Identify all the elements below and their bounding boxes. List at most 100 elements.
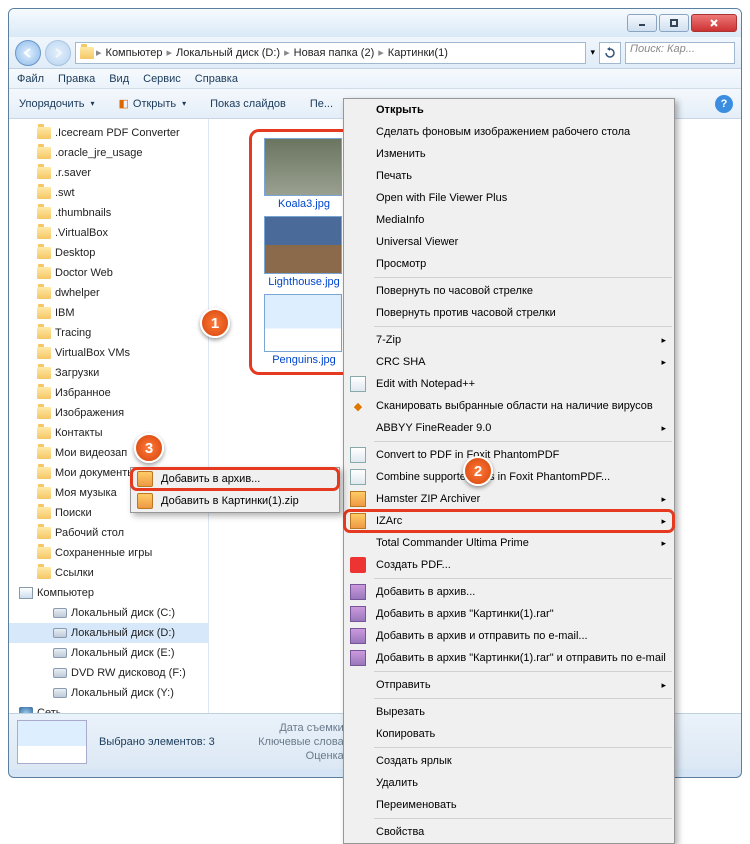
ctx-crcsha[interactable]: CRC SHA bbox=[344, 351, 674, 373]
menu-edit[interactable]: Правка bbox=[58, 73, 95, 85]
file-thumbnail[interactable]: Koala3.jpg bbox=[264, 138, 344, 210]
ctx-notepad[interactable]: Edit with Notepad++ bbox=[344, 373, 674, 395]
ctx-print[interactable]: Печать bbox=[344, 165, 674, 187]
ctx-addrarmail[interactable]: Добавить в архив "Картинки(1).rar" и отп… bbox=[344, 647, 674, 669]
ctx-cut[interactable]: Вырезать bbox=[344, 701, 674, 723]
organize-button[interactable]: Упорядочить bbox=[15, 96, 98, 112]
tree-computer[interactable]: Компьютер bbox=[9, 583, 208, 603]
tree-folder[interactable]: Рабочий стол bbox=[9, 523, 208, 543]
tree-folder[interactable]: VirtualBox VMs bbox=[9, 343, 208, 363]
ctx-createpdf[interactable]: Создать PDF... bbox=[344, 554, 674, 576]
ctx-openwith[interactable]: Open with File Viewer Plus bbox=[344, 187, 674, 209]
sub-add-archive[interactable]: Добавить в архив... bbox=[131, 468, 339, 490]
tree-folder[interactable]: Сохраненные игры bbox=[9, 543, 208, 563]
tree-drive[interactable]: Локальный диск (C:) bbox=[9, 603, 208, 623]
tree-folder[interactable]: .oracle_jre_usage bbox=[9, 143, 208, 163]
help-button[interactable]: ? bbox=[715, 95, 733, 113]
tree-folder[interactable]: .Icecream PDF Converter bbox=[9, 123, 208, 143]
izarc-icon bbox=[350, 513, 366, 529]
menu-view[interactable]: Вид bbox=[109, 73, 129, 85]
tree-folder[interactable]: .r.saver bbox=[9, 163, 208, 183]
sub-add-zip[interactable]: Добавить в Картинки(1).zip bbox=[131, 490, 339, 512]
ctx-wallpaper[interactable]: Сделать фоновым изображением рабочего ст… bbox=[344, 121, 674, 143]
tree-folder[interactable]: dwhelper bbox=[9, 283, 208, 303]
tree-folder[interactable]: .VirtualBox bbox=[9, 223, 208, 243]
tree-drive[interactable]: Локальный диск (Y:) bbox=[9, 683, 208, 703]
rar-icon bbox=[350, 650, 366, 666]
ctx-props[interactable]: Свойства bbox=[344, 821, 674, 843]
ctx-addrar[interactable]: Добавить в архив "Картинки(1).rar" bbox=[344, 603, 674, 625]
izarc-submenu: Добавить в архив... Добавить в Картинки(… bbox=[130, 467, 340, 513]
tree-folder[interactable]: Контакты bbox=[9, 423, 208, 443]
thumbnail-label: Lighthouse.jpg bbox=[264, 276, 344, 288]
folder-tree[interactable]: .Icecream PDF Converter.oracle_jre_usage… bbox=[9, 119, 209, 713]
tree-folder[interactable]: .swt bbox=[9, 183, 208, 203]
maximize-button[interactable] bbox=[659, 14, 689, 32]
ctx-shortcut[interactable]: Создать ярлык bbox=[344, 750, 674, 772]
tree-drive[interactable]: DVD RW дисковод (F:) bbox=[9, 663, 208, 683]
tree-folder[interactable]: Избранное bbox=[9, 383, 208, 403]
ctx-totalcmd[interactable]: Total Commander Ultima Prime bbox=[344, 532, 674, 554]
ctx-sendto[interactable]: Отправить bbox=[344, 674, 674, 696]
status-thumb bbox=[17, 720, 87, 764]
ctx-uv[interactable]: Universal Viewer bbox=[344, 231, 674, 253]
selection-count: Выбрано элементов: 3 bbox=[99, 736, 215, 748]
close-button[interactable] bbox=[691, 14, 737, 32]
ctx-mediainfo[interactable]: MediaInfo bbox=[344, 209, 674, 231]
file-thumbnail[interactable]: Penguins.jpg bbox=[264, 294, 344, 366]
ctx-abbyy[interactable]: ABBYY FineReader 9.0 bbox=[344, 417, 674, 439]
ctx-delete[interactable]: Удалить bbox=[344, 772, 674, 794]
tree-drive[interactable]: Локальный диск (D:) bbox=[9, 623, 208, 643]
ctx-rotccw[interactable]: Повернуть против часовой стрелки bbox=[344, 302, 674, 324]
bc-item[interactable]: Картинки(1) bbox=[386, 47, 450, 59]
tree-folder[interactable]: Doctor Web bbox=[9, 263, 208, 283]
folder-icon bbox=[37, 507, 51, 519]
shield-icon: ◆ bbox=[350, 398, 366, 414]
bc-item[interactable]: Локальный диск (D:) bbox=[174, 47, 282, 59]
ctx-rename[interactable]: Переименовать bbox=[344, 794, 674, 816]
slideshow-button[interactable]: Показ слайдов bbox=[206, 96, 290, 112]
breadcrumb[interactable]: ▸ Компьютер▸ Локальный диск (D:)▸ Новая … bbox=[75, 42, 586, 64]
refresh-button[interactable] bbox=[599, 42, 621, 64]
ctx-view[interactable]: Просмотр bbox=[344, 253, 674, 275]
folder-icon bbox=[37, 207, 51, 219]
tree-folder[interactable]: Мои видеозап bbox=[9, 443, 208, 463]
menu-file[interactable]: Файл bbox=[17, 73, 44, 85]
tree-folder[interactable]: IBM bbox=[9, 303, 208, 323]
forward-button[interactable] bbox=[45, 40, 71, 66]
menu-bar: Файл Правка Вид Сервис Справка bbox=[9, 69, 741, 89]
annotation-marker-1: 1 bbox=[200, 308, 230, 338]
ctx-7zip[interactable]: 7-Zip bbox=[344, 329, 674, 351]
ctx-addarc[interactable]: Добавить в архив... bbox=[344, 581, 674, 603]
tree-folder[interactable]: Загрузки bbox=[9, 363, 208, 383]
file-thumbnail[interactable]: Lighthouse.jpg bbox=[264, 216, 344, 288]
ctx-foxit2[interactable]: Combine supported files in Foxit Phantom… bbox=[344, 466, 674, 488]
ctx-foxit1[interactable]: Convert to PDF in Foxit PhantomPDF bbox=[344, 444, 674, 466]
ctx-rotcw[interactable]: Повернуть по часовой стрелке bbox=[344, 280, 674, 302]
bc-item[interactable]: Компьютер bbox=[104, 47, 165, 59]
tree-folder[interactable]: Ссылки bbox=[9, 563, 208, 583]
print-button[interactable]: Пе... bbox=[306, 96, 337, 112]
tree-drive[interactable]: Локальный диск (E:) bbox=[9, 643, 208, 663]
ctx-izarc[interactable]: IZArc bbox=[344, 510, 674, 532]
ctx-scan[interactable]: ◆Сканировать выбранные области на наличи… bbox=[344, 395, 674, 417]
tree-folder[interactable]: Изображения bbox=[9, 403, 208, 423]
search-input[interactable]: Поиск: Кар... bbox=[625, 42, 735, 64]
menu-help[interactable]: Справка bbox=[195, 73, 238, 85]
tree-folder[interactable]: Desktop bbox=[9, 243, 208, 263]
back-button[interactable] bbox=[15, 40, 41, 66]
date-label: Дата съемки: bbox=[227, 722, 347, 734]
tree-folder[interactable]: .thumbnails bbox=[9, 203, 208, 223]
ctx-open[interactable]: Открыть bbox=[344, 99, 674, 121]
ctx-copy[interactable]: Копировать bbox=[344, 723, 674, 745]
ctx-hamster[interactable]: Hamster ZIP Archiver bbox=[344, 488, 674, 510]
tree-network[interactable]: Сеть bbox=[9, 703, 208, 713]
thumbnail-image bbox=[264, 216, 342, 274]
ctx-edit[interactable]: Изменить bbox=[344, 143, 674, 165]
tree-folder[interactable]: Tracing bbox=[9, 323, 208, 343]
ctx-addmail[interactable]: Добавить в архив и отправить по e-mail..… bbox=[344, 625, 674, 647]
bc-item[interactable]: Новая папка (2) bbox=[292, 47, 377, 59]
menu-tools[interactable]: Сервис bbox=[143, 73, 181, 85]
minimize-button[interactable] bbox=[627, 14, 657, 32]
open-button[interactable]: ◧Открыть bbox=[114, 95, 190, 112]
